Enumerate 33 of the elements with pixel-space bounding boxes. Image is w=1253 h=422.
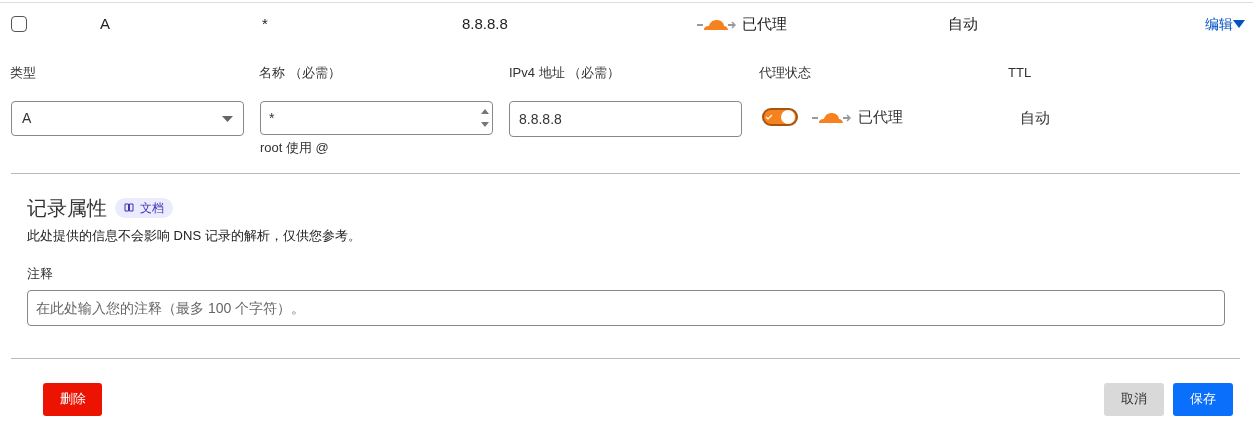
record-ttl: 自动 bbox=[948, 13, 979, 34]
field-label: IPv4 地址 （必需） bbox=[509, 64, 622, 83]
caret-icon bbox=[222, 115, 233, 122]
save-button[interactable]: 保存 bbox=[1173, 382, 1233, 416]
check-icon bbox=[765, 114, 773, 120]
proxy-toggle[interactable] bbox=[762, 108, 798, 126]
field-hint: root 使用 @ bbox=[260, 139, 330, 157]
edit-link[interactable]: 编辑 bbox=[1205, 13, 1245, 35]
section-title: 记录属性 bbox=[27, 195, 107, 221]
ttl-value: 自动 bbox=[1020, 107, 1050, 128]
section-description: 此处提供的信息不会影响 DNS 记录的解析，仅供您参考。 bbox=[27, 226, 362, 245]
caret-icon bbox=[1233, 20, 1245, 28]
ipv4-input[interactable]: 8.8.8.8 bbox=[509, 101, 742, 137]
field-label: 注释 bbox=[27, 265, 54, 283]
name-input[interactable]: * bbox=[260, 101, 493, 135]
delete-button[interactable]: 删除 bbox=[43, 382, 102, 416]
record-content: 8.8.8.8 bbox=[462, 13, 509, 34]
proxy-status: 已代理 bbox=[858, 106, 903, 127]
record-name: * bbox=[262, 13, 269, 34]
cancel-button[interactable]: 取消 bbox=[1104, 382, 1164, 416]
proxy-status: 已代理 bbox=[742, 13, 787, 34]
field-label: 名称 （必需） bbox=[259, 64, 342, 83]
book-icon bbox=[124, 203, 134, 212]
docs-badge[interactable]: 文档 bbox=[115, 197, 173, 218]
type-select[interactable]: A bbox=[11, 101, 244, 136]
checkbox[interactable] bbox=[11, 16, 27, 32]
field-label: 类型 bbox=[10, 64, 37, 83]
field-label: 代理状态 bbox=[759, 64, 812, 83]
record-type: A bbox=[100, 13, 111, 34]
spinner-icon bbox=[481, 107, 489, 129]
comment-input[interactable]: 在此处输入您的注释（最多 100 个字符）。 bbox=[27, 289, 1225, 326]
toggle-knob bbox=[781, 110, 795, 124]
field-label: TTL bbox=[1008, 64, 1032, 83]
